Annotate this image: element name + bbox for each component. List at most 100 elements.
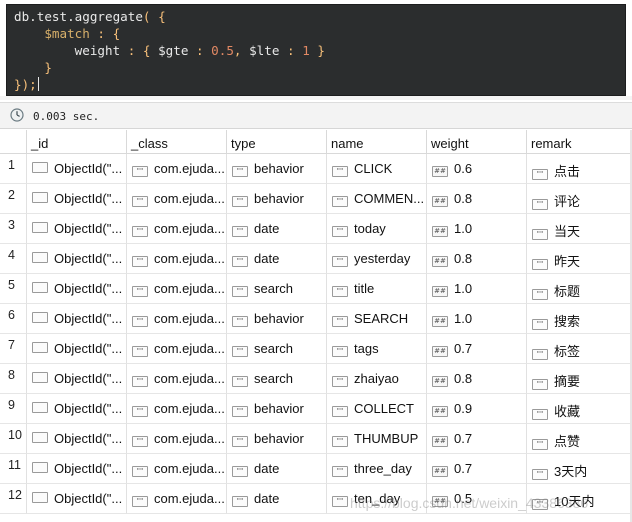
cell-type[interactable]: "" behavior bbox=[227, 154, 327, 184]
cell-weight[interactable]: ## 0.8 bbox=[427, 184, 527, 214]
string-type-icon: "" bbox=[232, 406, 248, 417]
cell-id[interactable]: ObjectId("... bbox=[27, 424, 127, 454]
cell-value: com.ejuda... bbox=[154, 341, 224, 356]
cell-name[interactable]: "" COLLECT bbox=[327, 394, 427, 424]
cell-remark[interactable]: "" 10天内 bbox=[527, 484, 632, 514]
cell-class[interactable]: "" com.ejuda... bbox=[127, 304, 227, 334]
string-type-icon: "" bbox=[532, 349, 548, 360]
column-header-remark[interactable]: remark bbox=[527, 130, 632, 154]
cell-weight[interactable]: ## 0.9 bbox=[427, 394, 527, 424]
cell-weight[interactable]: ## 1.0 bbox=[427, 214, 527, 244]
cell-remark[interactable]: "" 搜索 bbox=[527, 304, 632, 334]
cell-remark[interactable]: "" 标签 bbox=[527, 334, 632, 364]
table-row[interactable]: 7 ObjectId("... "" com.ejuda... "" search "" ta… bbox=[0, 334, 632, 364]
cell-type[interactable]: "" search bbox=[227, 334, 327, 364]
column-header-type[interactable]: type bbox=[227, 130, 327, 154]
cell-name[interactable]: "" tags bbox=[327, 334, 427, 364]
cell-class[interactable]: "" com.ejuda... bbox=[127, 244, 227, 274]
cell-class[interactable]: "" com.ejuda... bbox=[127, 484, 227, 514]
cell-type[interactable]: "" date bbox=[227, 484, 327, 514]
table-row[interactable]: 11 ObjectId("... "" com.ejuda... "" date "" thr… bbox=[0, 454, 632, 484]
cell-value: date bbox=[254, 491, 280, 506]
cell-remark[interactable]: "" 3天内 bbox=[527, 454, 632, 484]
cell-id[interactable]: ObjectId("... bbox=[27, 244, 127, 274]
cell-name[interactable]: "" yesterday bbox=[327, 244, 427, 274]
column-header-id[interactable]: _id bbox=[27, 130, 127, 154]
cell-id[interactable]: ObjectId("... bbox=[27, 484, 127, 514]
table-row[interactable]: 9 ObjectId("... "" com.ejuda... "" behavior ""… bbox=[0, 394, 632, 424]
table-row[interactable]: 12 ObjectId("... "" com.ejuda... "" date "" ten… bbox=[0, 484, 632, 514]
cell-weight[interactable]: ## 0.7 bbox=[427, 424, 527, 454]
cell-class[interactable]: "" com.ejuda... bbox=[127, 214, 227, 244]
cell-type[interactable]: "" search bbox=[227, 274, 327, 304]
table-row[interactable]: 10 ObjectId("... "" com.ejuda... "" behavior "… bbox=[0, 424, 632, 454]
cell-class[interactable]: "" com.ejuda... bbox=[127, 454, 227, 484]
cell-name[interactable]: "" three_day bbox=[327, 454, 427, 484]
cell-content: "" 3天内 bbox=[532, 461, 629, 480]
cell-class[interactable]: "" com.ejuda... bbox=[127, 334, 227, 364]
cell-id[interactable]: ObjectId("... bbox=[27, 214, 127, 244]
cell-weight[interactable]: ## 1.0 bbox=[427, 274, 527, 304]
cell-weight[interactable]: ## 0.8 bbox=[427, 364, 527, 394]
cell-name[interactable]: "" THUMBUP bbox=[327, 424, 427, 454]
cell-weight[interactable]: ## 1.0 bbox=[427, 304, 527, 334]
table-row[interactable]: 8 ObjectId("... "" com.ejuda... "" search "" zh… bbox=[0, 364, 632, 394]
table-row[interactable]: 2 ObjectId("... "" com.ejuda... "" behavior ""… bbox=[0, 184, 632, 214]
column-header-name[interactable]: name bbox=[327, 130, 427, 154]
cell-type[interactable]: "" date bbox=[227, 454, 327, 484]
cell-type[interactable]: "" date bbox=[227, 244, 327, 274]
column-header-weight[interactable]: weight bbox=[427, 130, 527, 154]
cell-type[interactable]: "" search bbox=[227, 364, 327, 394]
cell-id[interactable]: ObjectId("... bbox=[27, 364, 127, 394]
cell-remark[interactable]: "" 收藏 bbox=[527, 394, 632, 424]
cell-class[interactable]: "" com.ejuda... bbox=[127, 364, 227, 394]
cell-remark[interactable]: "" 摘要 bbox=[527, 364, 632, 394]
editor-splitter[interactable] bbox=[0, 96, 632, 100]
cell-weight[interactable]: ## 0.7 bbox=[427, 454, 527, 484]
cell-remark[interactable]: "" 标题 bbox=[527, 274, 632, 304]
cell-id[interactable]: ObjectId("... bbox=[27, 454, 127, 484]
cell-type[interactable]: "" behavior bbox=[227, 394, 327, 424]
cell-type[interactable]: "" behavior bbox=[227, 304, 327, 334]
cell-type[interactable]: "" date bbox=[227, 214, 327, 244]
column-header-class[interactable]: _class bbox=[127, 130, 227, 154]
cell-id[interactable]: ObjectId("... bbox=[27, 334, 127, 364]
cell-id[interactable]: ObjectId("... bbox=[27, 394, 127, 424]
cell-class[interactable]: "" com.ejuda... bbox=[127, 184, 227, 214]
cell-id[interactable]: ObjectId("... bbox=[27, 304, 127, 334]
cell-remark[interactable]: "" 评论 bbox=[527, 184, 632, 214]
cell-type[interactable]: "" behavior bbox=[227, 184, 327, 214]
cell-class[interactable]: "" com.ejuda... bbox=[127, 154, 227, 184]
string-type-icon: "" bbox=[532, 319, 548, 330]
cell-type[interactable]: "" behavior bbox=[227, 424, 327, 454]
cell-name[interactable]: "" today bbox=[327, 214, 427, 244]
cell-name[interactable]: "" COMMEN... bbox=[327, 184, 427, 214]
cell-name[interactable]: "" CLICK bbox=[327, 154, 427, 184]
table-row[interactable]: 4 ObjectId("... "" com.ejuda... "" date "" yest… bbox=[0, 244, 632, 274]
cell-name[interactable]: "" ten_day bbox=[327, 484, 427, 514]
cell-weight[interactable]: ## 0.5 bbox=[427, 484, 527, 514]
cell-id[interactable]: ObjectId("... bbox=[27, 154, 127, 184]
cell-id[interactable]: ObjectId("... bbox=[27, 274, 127, 304]
cell-remark[interactable]: "" 点赞 bbox=[527, 424, 632, 454]
cell-name[interactable]: "" zhaiyao bbox=[327, 364, 427, 394]
table-row[interactable]: 6 ObjectId("... "" com.ejuda... "" behavior ""… bbox=[0, 304, 632, 334]
cell-id[interactable]: ObjectId("... bbox=[27, 184, 127, 214]
cell-name[interactable]: "" SEARCH bbox=[327, 304, 427, 334]
cell-class[interactable]: "" com.ejuda... bbox=[127, 424, 227, 454]
cell-name[interactable]: "" title bbox=[327, 274, 427, 304]
cell-weight[interactable]: ## 0.7 bbox=[427, 334, 527, 364]
cell-weight[interactable]: ## 0.6 bbox=[427, 154, 527, 184]
result-grid[interactable]: _id _class type name weight remark 1 Obje… bbox=[0, 130, 632, 522]
cell-remark[interactable]: "" 点击 bbox=[527, 154, 632, 184]
row-number: 4 bbox=[0, 244, 27, 274]
table-row[interactable]: 3 ObjectId("... "" com.ejuda... "" date "" toda… bbox=[0, 214, 632, 244]
query-editor[interactable]: db.test.aggregate( { $match : { weight :… bbox=[6, 4, 626, 96]
cell-remark[interactable]: "" 当天 bbox=[527, 214, 632, 244]
table-row[interactable]: 5 ObjectId("... "" com.ejuda... "" search "" ti… bbox=[0, 274, 632, 304]
cell-remark[interactable]: "" 昨天 bbox=[527, 244, 632, 274]
cell-weight[interactable]: ## 0.8 bbox=[427, 244, 527, 274]
table-row[interactable]: 1 ObjectId("... "" com.ejuda... "" behavior ""… bbox=[0, 154, 632, 184]
cell-class[interactable]: "" com.ejuda... bbox=[127, 274, 227, 304]
cell-class[interactable]: "" com.ejuda... bbox=[127, 394, 227, 424]
